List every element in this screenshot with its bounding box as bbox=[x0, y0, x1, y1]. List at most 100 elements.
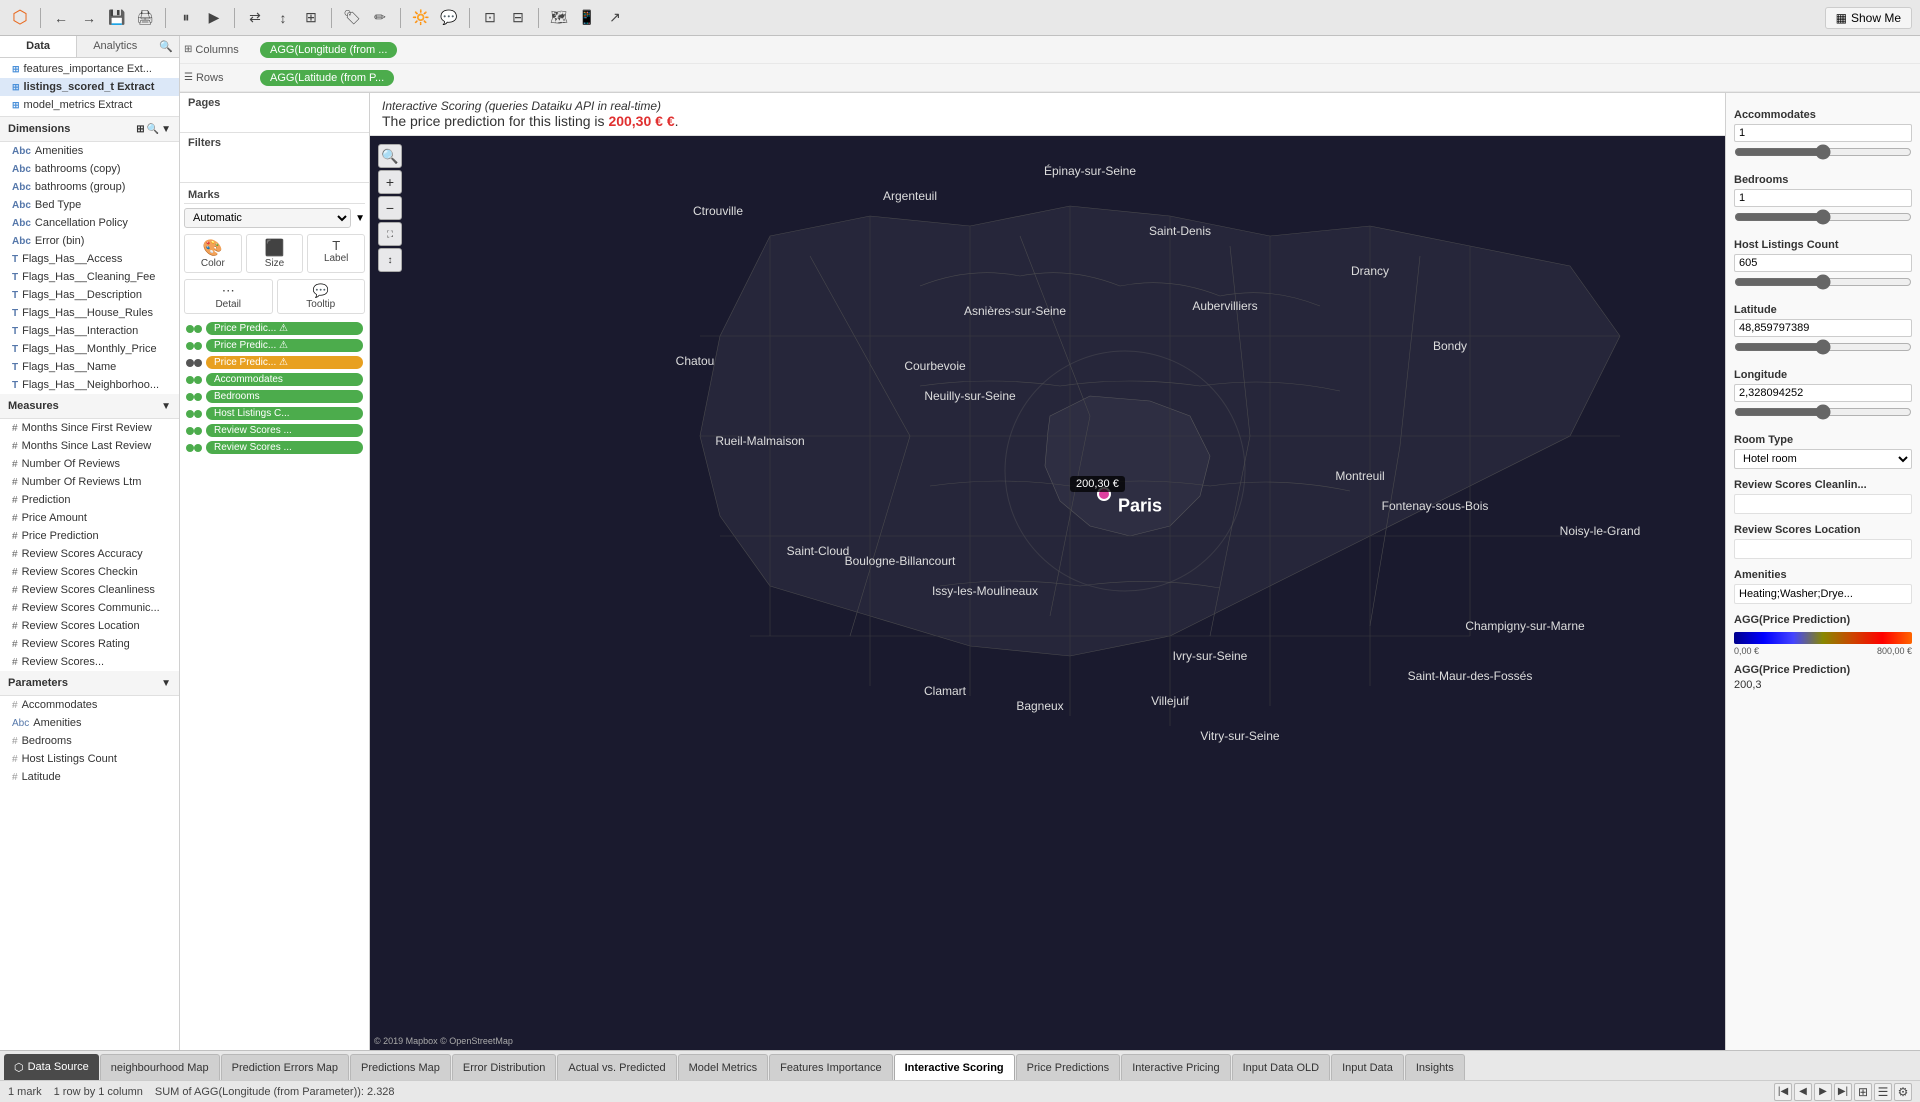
param-input-4[interactable] bbox=[1734, 384, 1912, 402]
print-icon[interactable]: 🖨 bbox=[133, 6, 157, 30]
marks-item-0[interactable]: Price Predic... ⚠ bbox=[184, 320, 365, 337]
tab-features-importance[interactable]: Features Importance bbox=[769, 1054, 893, 1080]
sidebar-item-review-scores-location[interactable]: #Review Scores Location bbox=[0, 617, 179, 635]
tab-price-predictions[interactable]: Price Predictions bbox=[1016, 1054, 1121, 1080]
map-icon[interactable]: 🗺 bbox=[547, 6, 571, 30]
sidebar-item-bathrooms-(group)[interactable]: Abcbathrooms (group) bbox=[0, 178, 179, 196]
run-icon[interactable]: ▶ bbox=[202, 6, 226, 30]
sidebar-item-host-listings-count[interactable]: #Host Listings Count bbox=[0, 750, 179, 768]
tab-input-data-old[interactable]: Input Data OLD bbox=[1232, 1054, 1330, 1080]
analytics-tab[interactable]: Analytics bbox=[77, 36, 153, 57]
map-pan-btn[interactable]: ↕ bbox=[378, 248, 402, 272]
nav-grid-icon[interactable]: ⊞ bbox=[1854, 1083, 1872, 1101]
marks-item-1[interactable]: Price Predic... ⚠ bbox=[184, 337, 365, 354]
sidebar-item-flags_has__monthly_price[interactable]: TFlags_Has__Monthly_Price bbox=[0, 340, 179, 358]
tab-insights[interactable]: Insights bbox=[1405, 1054, 1465, 1080]
param-slider-0[interactable] bbox=[1734, 144, 1912, 160]
marks-pill-6[interactable]: Review Scores ... bbox=[206, 424, 363, 437]
nav-last-btn[interactable]: ▶| bbox=[1834, 1083, 1852, 1101]
sidebar-item-bathrooms-(copy)[interactable]: Abcbathrooms (copy) bbox=[0, 160, 179, 178]
sidebar-item-review-scores-checkin[interactable]: #Review Scores Checkin bbox=[0, 563, 179, 581]
param-input-2[interactable] bbox=[1734, 254, 1912, 272]
marks-item-4[interactable]: Bedrooms bbox=[184, 388, 365, 405]
measures-header[interactable]: Measures ▼ bbox=[0, 394, 179, 419]
sidebar-item-bed-type[interactable]: AbcBed Type bbox=[0, 196, 179, 214]
sidebar-item-flags_has__neighborhoo...[interactable]: TFlags_Has__Neighborhoo... bbox=[0, 376, 179, 394]
marks-detail-btn[interactable]: ⋯ Detail bbox=[184, 279, 273, 314]
pause-icon[interactable]: ⏸ bbox=[174, 6, 198, 30]
datasource-model[interactable]: ⊞ model_metrics Extract bbox=[0, 96, 179, 114]
sidebar-item-flags_has__house_rules[interactable]: TFlags_Has__House_Rules bbox=[0, 304, 179, 322]
tab-error-distribution[interactable]: Error Distribution bbox=[452, 1054, 557, 1080]
marks-pill-4[interactable]: Bedrooms bbox=[206, 390, 363, 403]
param-input-1[interactable] bbox=[1734, 189, 1912, 207]
param-slider-3[interactable] bbox=[1734, 339, 1912, 355]
sidebar-item-latitude[interactable]: #Latitude bbox=[0, 768, 179, 786]
map-area[interactable]: 🔍 + − ⛶ ↕ Épinay-sur-SeineArgenteuilAsni… bbox=[370, 136, 1725, 1050]
marks-item-7[interactable]: Review Scores ... bbox=[184, 439, 365, 456]
marks-item-5[interactable]: Host Listings C... bbox=[184, 405, 365, 422]
datasource-listings[interactable]: ⊞ listings_scored_t Extract bbox=[0, 78, 179, 96]
fit-icon[interactable]: ⊡ bbox=[478, 6, 502, 30]
marks-pill-1[interactable]: Price Predic... ⚠ bbox=[206, 339, 363, 352]
tab-interactive-scoring[interactable]: Interactive Scoring bbox=[894, 1054, 1015, 1080]
marks-color-btn[interactable]: 🎨 Color bbox=[184, 234, 242, 273]
group-icon[interactable]: ⊞ bbox=[299, 6, 323, 30]
tab-data-source[interactable]: ⬡ Data Source bbox=[4, 1054, 99, 1080]
marks-size-btn[interactable]: ⬛ Size bbox=[246, 234, 304, 273]
marks-pill-3[interactable]: Accommodates bbox=[206, 373, 363, 386]
sidebar-item-number-of-reviews-ltm[interactable]: #Number Of Reviews Ltm bbox=[0, 473, 179, 491]
param-input-0[interactable] bbox=[1734, 124, 1912, 142]
swap-icon[interactable]: ⇄ bbox=[243, 6, 267, 30]
redo-icon[interactable]: → bbox=[77, 6, 101, 30]
nav-next-btn[interactable]: ▶ bbox=[1814, 1083, 1832, 1101]
sidebar-item-review-scores...[interactable]: #Review Scores... bbox=[0, 653, 179, 671]
param-slider-2[interactable] bbox=[1734, 274, 1912, 290]
sidebar-item-flags_has__cleaning_fee[interactable]: TFlags_Has__Cleaning_Fee bbox=[0, 268, 179, 286]
map-zoom-in-btn[interactable]: + bbox=[378, 170, 402, 194]
sidebar-item-review-scores-rating[interactable]: #Review Scores Rating bbox=[0, 635, 179, 653]
sidebar-item-error-(bin)[interactable]: AbcError (bin) bbox=[0, 232, 179, 250]
nav-list-icon[interactable]: ☰ bbox=[1874, 1083, 1892, 1101]
dimensions-header[interactable]: Dimensions ⊞ 🔍 ▼ bbox=[0, 117, 179, 142]
sidebar-item-price-prediction[interactable]: #Price Prediction bbox=[0, 527, 179, 545]
datasource-features[interactable]: ⊞ features_importance Ext... bbox=[0, 60, 179, 78]
fix-icon[interactable]: ⊟ bbox=[506, 6, 530, 30]
tooltip-icon[interactable]: 💬 bbox=[437, 6, 461, 30]
nav-prev-btn[interactable]: ◀ bbox=[1794, 1083, 1812, 1101]
sidebar-search-icon[interactable]: 🔍 bbox=[153, 36, 179, 57]
sidebar-item-months-since-last-review[interactable]: #Months Since Last Review bbox=[0, 437, 179, 455]
map-search-btn[interactable]: 🔍 bbox=[378, 144, 402, 168]
param-dropdown-5[interactable]: Hotel room bbox=[1734, 449, 1912, 469]
sidebar-item-prediction[interactable]: #Prediction bbox=[0, 491, 179, 509]
param-text-6[interactable] bbox=[1734, 494, 1912, 514]
tab-input-data[interactable]: Input Data bbox=[1331, 1054, 1404, 1080]
sidebar-item-flags_has__name[interactable]: TFlags_Has__Name bbox=[0, 358, 179, 376]
tab-actual-vs.-predicted[interactable]: Actual vs. Predicted bbox=[557, 1054, 676, 1080]
annotate-icon[interactable]: ✏ bbox=[368, 6, 392, 30]
marks-tooltip-btn[interactable]: 💬 Tooltip bbox=[277, 279, 366, 314]
sidebar-item-bedrooms[interactable]: #Bedrooms bbox=[0, 732, 179, 750]
marks-item-3[interactable]: Accommodates bbox=[184, 371, 365, 388]
sidebar-item-number-of-reviews[interactable]: #Number Of Reviews bbox=[0, 455, 179, 473]
sidebar-item-cancellation-policy[interactable]: AbcCancellation Policy bbox=[0, 214, 179, 232]
param-text-8[interactable] bbox=[1734, 584, 1912, 604]
share-icon[interactable]: ↗ bbox=[603, 6, 627, 30]
marks-item-2[interactable]: Price Predic... ⚠ bbox=[184, 354, 365, 371]
marks-pill-7[interactable]: Review Scores ... bbox=[206, 441, 363, 454]
param-slider-1[interactable] bbox=[1734, 209, 1912, 225]
save-icon[interactable]: 💾 bbox=[105, 6, 129, 30]
tab-neighbourhood-map[interactable]: neighbourhood Map bbox=[100, 1054, 220, 1080]
sidebar-item-amenities[interactable]: AbcAmenities bbox=[0, 142, 179, 160]
sidebar-item-price-amount[interactable]: #Price Amount bbox=[0, 509, 179, 527]
marks-type-select[interactable]: Automatic bbox=[184, 208, 351, 228]
marks-item-6[interactable]: Review Scores ... bbox=[184, 422, 365, 439]
marks-pill-0[interactable]: Price Predic... ⚠ bbox=[206, 322, 363, 335]
rows-pill[interactable]: AGG(Latitude (from P... bbox=[260, 70, 394, 86]
highlight-icon[interactable]: 🔆 bbox=[409, 6, 433, 30]
columns-pill[interactable]: AGG(Longitude (from ... bbox=[260, 42, 397, 58]
sidebar-item-review-scores-communic...[interactable]: #Review Scores Communic... bbox=[0, 599, 179, 617]
show-me-button[interactable]: ▦ Show Me bbox=[1825, 7, 1912, 29]
marks-pill-2[interactable]: Price Predic... ⚠ bbox=[206, 356, 363, 369]
data-tab[interactable]: Data bbox=[0, 36, 77, 57]
